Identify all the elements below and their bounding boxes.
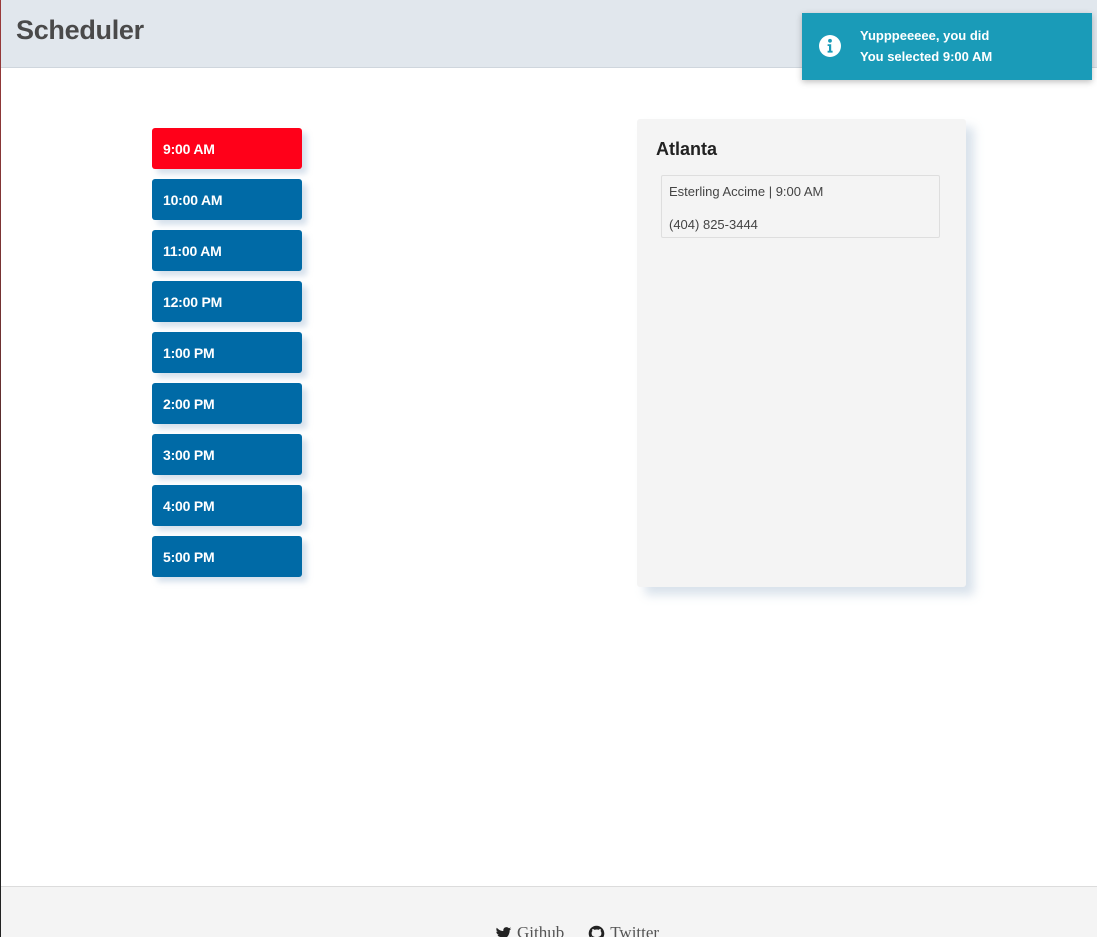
toast-message: You selected 9:00 AM xyxy=(860,49,993,64)
window-edge xyxy=(0,0,1,937)
time-slot-button[interactable]: 11:00 AM xyxy=(152,230,302,271)
time-slot-button[interactable]: 1:00 PM xyxy=(152,332,302,373)
info-icon xyxy=(819,35,841,57)
time-slot-list: 9:00 AM 10:00 AM 11:00 AM 12:00 PM 1:00 … xyxy=(152,128,302,587)
app-title: Scheduler xyxy=(16,15,144,45)
github-octocat-icon xyxy=(588,925,605,937)
twitter-bird-icon xyxy=(496,926,512,937)
time-slot-button[interactable]: 10:00 AM xyxy=(152,179,302,220)
footer-link-label: Twitter xyxy=(610,923,660,937)
location-title: Atlanta xyxy=(656,139,718,159)
appointment-card[interactable]: Esterling Accime | 9:00 AM (404) 825-344… xyxy=(661,175,940,238)
footer-links: Github Twitter xyxy=(495,923,659,937)
footer-link-twitter[interactable]: Twitter xyxy=(588,923,659,937)
page-footer: Github Twitter xyxy=(1,886,1097,937)
footer-link-label: Github xyxy=(517,923,565,937)
time-slot-button[interactable]: 4:00 PM xyxy=(152,485,302,526)
time-slot-button[interactable]: 3:00 PM xyxy=(152,434,302,475)
appointment-phone: (404) 825-3444 xyxy=(669,217,758,232)
notification-toast[interactable]: Yupppeeeee, you did You selected 9:00 AM xyxy=(802,13,1092,80)
footer-link-github[interactable]: Github xyxy=(495,923,564,937)
toast-title: Yupppeeeee, you did xyxy=(860,28,990,43)
location-card: Atlanta Esterling Accime | 9:00 AM (404)… xyxy=(637,119,966,587)
time-slot-button[interactable]: 2:00 PM xyxy=(152,383,302,424)
time-slot-button[interactable]: 5:00 PM xyxy=(152,536,302,577)
time-slot-button[interactable]: 12:00 PM xyxy=(152,281,302,322)
time-slot-button-selected[interactable]: 9:00 AM xyxy=(152,128,302,169)
appointment-summary: Esterling Accime | 9:00 AM xyxy=(669,184,824,199)
